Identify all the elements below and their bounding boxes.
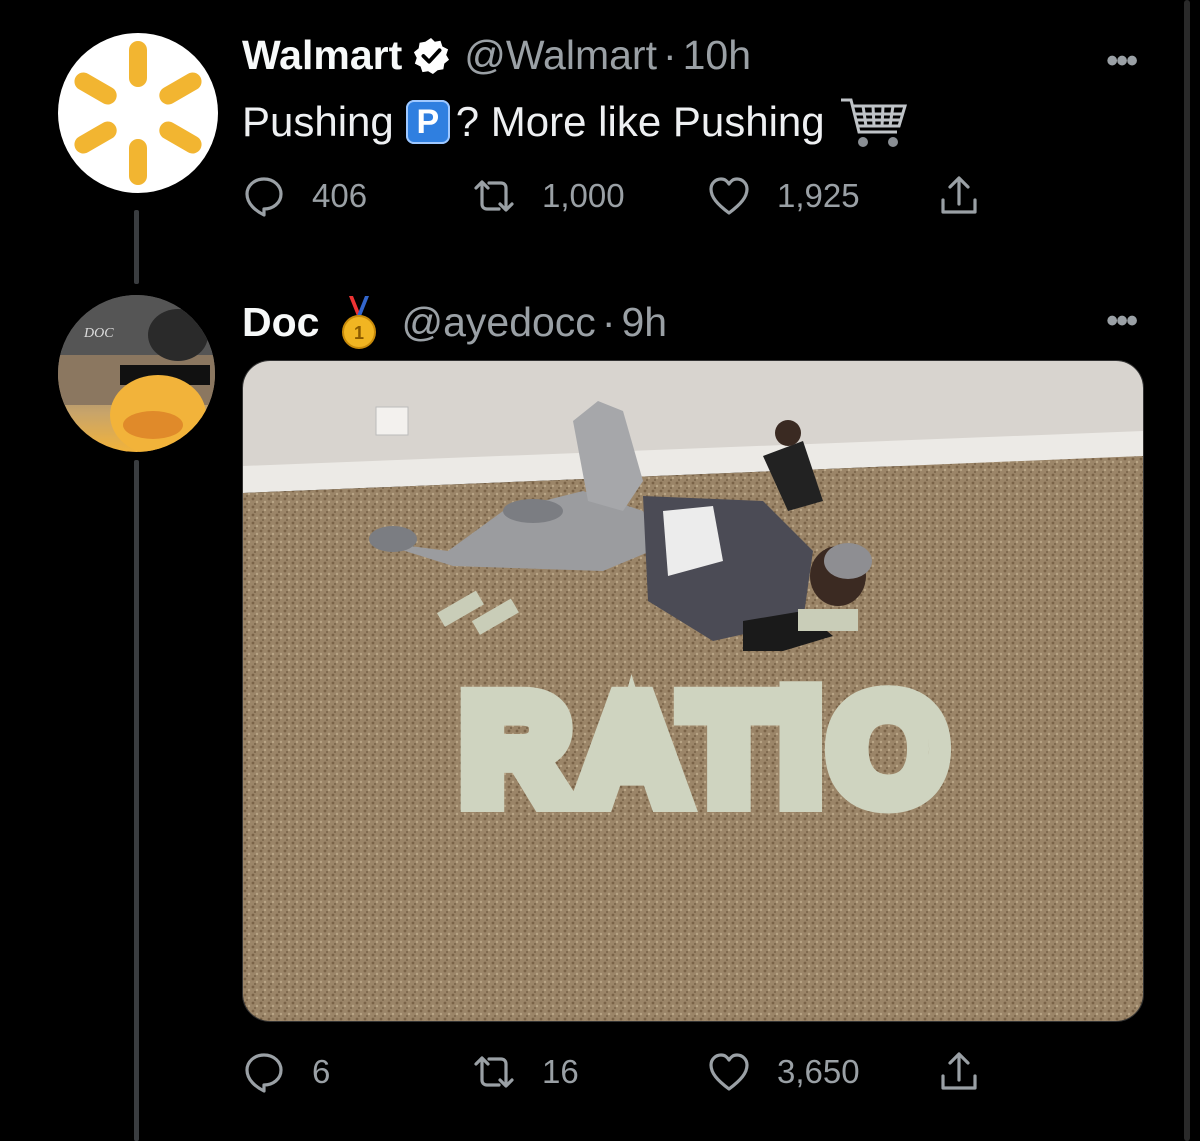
reply-button[interactable]: 406 xyxy=(242,174,472,218)
thread-line-bottom xyxy=(134,460,139,1141)
retweet-button[interactable]: 1,000 xyxy=(472,174,707,218)
retweet-icon xyxy=(474,180,514,212)
separator-dot-doc: · xyxy=(601,298,616,345)
author-handle-doc[interactable]: @ayedocc xyxy=(401,299,595,346)
doc-avatar-image: DOC xyxy=(58,295,215,452)
walmart-tweet-header: Walmart @Walmart · 10h xyxy=(242,32,751,79)
share-button[interactable] xyxy=(937,174,1007,218)
retweet-icon xyxy=(474,1056,514,1088)
doc-avatar[interactable]: DOC xyxy=(58,295,215,452)
ratio-photo: RATiO xyxy=(243,361,1143,1021)
medal-digit: 1 xyxy=(354,323,364,343)
heart-icon xyxy=(709,1053,749,1091)
doc-avatar-label: DOC xyxy=(83,326,114,341)
author-name[interactable]: Walmart xyxy=(242,32,402,79)
heart-icon xyxy=(709,177,749,215)
reply-count-doc: 6 xyxy=(312,1053,331,1090)
parking-emoji: P xyxy=(405,100,450,144)
like-count-doc: 3,650 xyxy=(777,1053,860,1090)
tweet-text-part1: Pushing xyxy=(242,98,394,145)
author-name-doc[interactable]: Doc xyxy=(242,299,319,346)
reply-icon xyxy=(245,1053,283,1093)
reply-icon xyxy=(245,177,283,217)
doc-tweet-header: Doc 1 @ayedocc · 9h xyxy=(242,294,667,350)
ratio-money-text: RATiO xyxy=(462,665,955,833)
verified-badge-icon xyxy=(412,37,450,75)
more-options-icon[interactable]: ••• xyxy=(1106,42,1138,81)
scrollbar[interactable] xyxy=(1184,0,1190,1141)
walmart-avatar[interactable] xyxy=(58,33,218,193)
doc-tweet-actions: 6 16 3,650 xyxy=(242,1050,1007,1094)
tweet-time-doc[interactable]: 9h xyxy=(621,299,667,346)
share-icon xyxy=(941,176,977,214)
tweet-time[interactable]: 10h xyxy=(683,32,751,79)
share-icon xyxy=(941,1052,977,1090)
thread-line-top xyxy=(134,210,139,284)
like-button[interactable]: 1,925 xyxy=(707,174,937,218)
like-button-doc[interactable]: 3,650 xyxy=(707,1050,937,1094)
more-options-icon-doc[interactable]: ••• xyxy=(1106,302,1138,341)
like-count: 1,925 xyxy=(777,177,860,214)
retweet-button-doc[interactable]: 16 xyxy=(472,1050,707,1094)
share-button-doc[interactable] xyxy=(937,1050,1007,1094)
reply-count: 406 xyxy=(312,177,368,214)
retweet-count-doc: 16 xyxy=(542,1053,579,1090)
reply-button-doc[interactable]: 6 xyxy=(242,1050,472,1094)
tweet-text: Pushing P ? More like Pushing xyxy=(242,94,909,150)
walmart-spark-icon xyxy=(74,41,202,185)
author-handle[interactable]: @Walmart xyxy=(464,32,657,79)
tweet-text-part2: ? More like Pushing xyxy=(455,98,825,145)
separator-dot: · xyxy=(662,32,677,78)
gold-medal-emoji-icon: 1 xyxy=(339,294,379,350)
walmart-tweet-actions: 406 1,000 1,925 xyxy=(242,174,1007,218)
retweet-count: 1,000 xyxy=(542,177,625,214)
tweet-media-image[interactable]: RATiO xyxy=(242,360,1144,1022)
shopping-cart-emoji-icon xyxy=(839,94,909,150)
